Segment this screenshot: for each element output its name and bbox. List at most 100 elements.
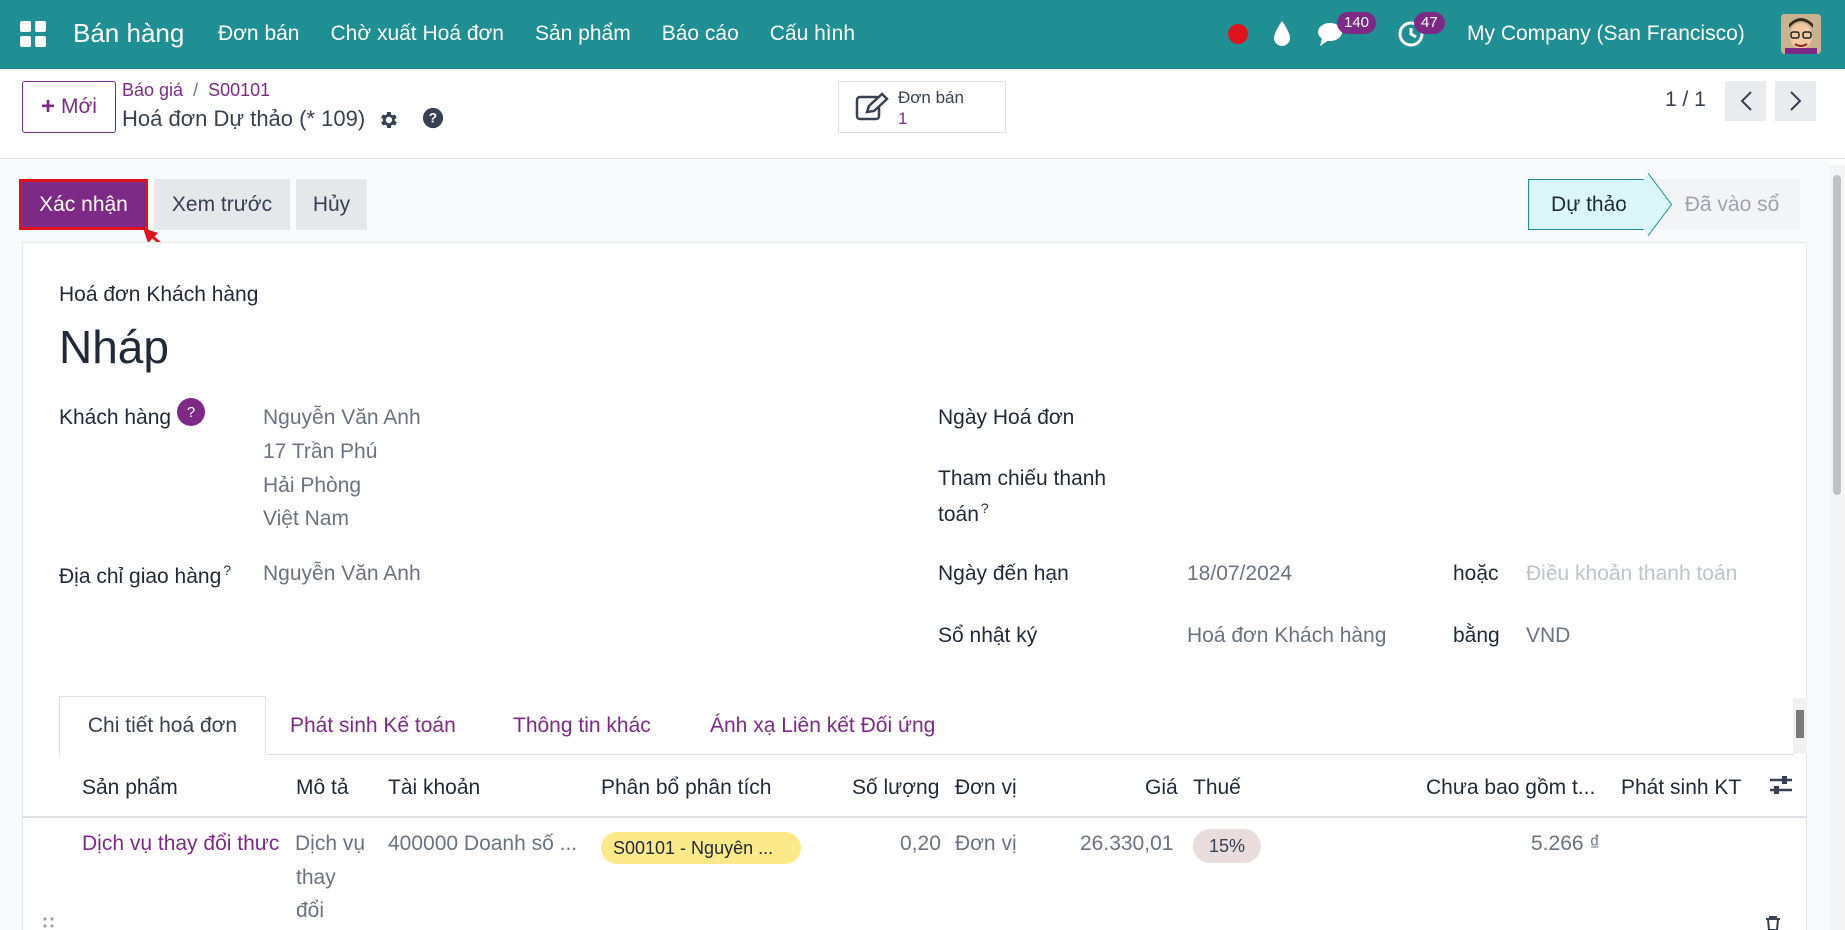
pager-next-button[interactable] <box>1775 81 1816 121</box>
payment-terms-field[interactable]: Điều khoản thanh toán <box>1526 562 1737 586</box>
tab-journal-items[interactable]: Phát sinh Kế toán <box>290 696 456 755</box>
tab-edi-mapping[interactable]: Ánh xạ Liên kết Đối ứng <box>710 696 935 755</box>
document-type: Hoá đơn Khách hàng <box>59 283 259 306</box>
payment-reference-label-1: Tham chiếu thanh <box>938 467 1107 490</box>
journal-label: Sổ nhật ký <box>938 624 1038 647</box>
smart-button-label: Đơn bán <box>898 88 964 107</box>
status-posted-label: Đã vào sổ <box>1684 192 1780 216</box>
menu-item-to-invoice[interactable]: Chờ xuất Hoá đơn <box>331 22 504 46</box>
recording-dot-icon[interactable] <box>1228 24 1248 44</box>
tabs-scrollbar[interactable] <box>1793 698 1807 753</box>
customer-help-icon[interactable]: ? <box>177 398 205 426</box>
col-tax[interactable]: Thuế <box>1193 776 1241 800</box>
row-description-line-1[interactable]: Dịch vụ <box>295 832 365 856</box>
pager-previous-button[interactable] <box>1725 81 1766 121</box>
col-description[interactable]: Mô tả <box>296 776 349 800</box>
customer-label: Khách hàng <box>59 406 172 429</box>
drop-icon[interactable] <box>1272 19 1292 47</box>
row-product[interactable]: Dịch vụ thay đổi thưc <box>82 832 279 856</box>
preview-button[interactable]: Xem trước <box>154 179 290 230</box>
chevron-left-icon <box>1740 91 1752 111</box>
smart-button-count: 1 <box>898 109 908 128</box>
due-date-label: Ngày đến hạn <box>938 562 1069 585</box>
avatar-face-icon <box>1781 14 1821 54</box>
customer-line-1[interactable]: Nguyễn Văn Anh <box>263 406 421 430</box>
breadcrumb: Báo giá / S00101 <box>122 80 271 100</box>
delivery-address-label: Địa chỉ giao hàng? <box>59 562 231 589</box>
col-journal-entry[interactable]: Phát sinh KT <box>1621 776 1741 800</box>
customer-line-2: 17 Trần Phú <box>263 440 378 463</box>
col-product[interactable]: Sản phẩm <box>82 776 178 800</box>
page-scrollbar[interactable] <box>1829 165 1845 930</box>
col-uom[interactable]: Đơn vị <box>955 776 1017 800</box>
trash-icon[interactable] <box>1764 916 1782 930</box>
menu-item-orders[interactable]: Đơn bán <box>218 22 300 46</box>
delivery-address-label-text: Địa chỉ giao hàng <box>59 565 222 588</box>
cancel-button[interactable]: Hủy <box>296 179 367 230</box>
help-icon[interactable]: ? <box>422 107 444 129</box>
page-scrollbar-thumb[interactable] <box>1833 175 1841 495</box>
document-name: Nháp <box>59 321 169 373</box>
row-description-line-3[interactable]: đổi <box>296 899 324 923</box>
menu-item-reports[interactable]: Báo cáo <box>662 22 739 46</box>
row-quantity[interactable]: 0,20 <box>900 832 941 856</box>
svg-text:?: ? <box>429 111 437 126</box>
col-quantity[interactable]: Số lượng <box>852 776 939 800</box>
row-price[interactable]: 26.330,01 <box>1080 832 1173 856</box>
new-button[interactable]: + Mới <box>22 81 116 133</box>
tabs-scrollbar-thumb[interactable] <box>1796 710 1804 738</box>
currency-field[interactable]: VND <box>1526 624 1570 648</box>
row-tax-tag[interactable]: 15% <box>1193 829 1261 863</box>
confirm-button[interactable]: Xác nhận <box>19 179 148 230</box>
control-panel: + Mới Báo giá / S00101 Hoá đơn Dự thảo (* 1… <box>0 69 1845 159</box>
status-bar: Dự thảo Đã vào sổ <box>1528 179 1800 230</box>
gear-icon[interactable] <box>377 109 399 131</box>
plus-icon: + <box>41 93 56 120</box>
app-brand[interactable]: Bán hàng <box>73 18 184 49</box>
delivery-address-field[interactable]: Nguyễn Văn Anh <box>263 562 421 586</box>
customer-line-3: Hải Phòng <box>263 474 362 497</box>
payment-reference-label-2: toán? <box>938 500 989 527</box>
breadcrumb-quotations[interactable]: Báo giá <box>122 80 183 100</box>
payment-reference-help-icon[interactable]: ? <box>981 500 989 516</box>
activities-badge: 47 <box>1414 12 1445 34</box>
notebook-tabs: Chi tiết hoá đơn Phát sinh Kế toán Thông… <box>59 696 1794 755</box>
chevron-right-icon <box>1789 91 1801 111</box>
edit-document-icon <box>855 92 889 121</box>
drag-handle-icon[interactable] <box>42 916 56 930</box>
tab-other-info[interactable]: Thông tin khác <box>513 696 651 755</box>
due-date-field[interactable]: 18/07/2024 <box>1187 562 1292 586</box>
status-draft[interactable]: Dự thảo <box>1528 179 1650 230</box>
row-subtotal: 5.266 ₫ <box>1531 832 1601 855</box>
row-uom[interactable]: Đơn vị <box>955 832 1017 856</box>
delivery-help-icon[interactable]: ? <box>223 562 231 578</box>
journal-field[interactable]: Hoá đơn Khách hàng <box>1187 624 1386 648</box>
user-avatar[interactable] <box>1781 14 1821 54</box>
apps-menu-icon[interactable] <box>20 21 46 47</box>
column-settings-icon[interactable] <box>1768 774 1794 796</box>
record-title: Hoá đơn Dự thảo (* 109) <box>122 106 366 131</box>
customer-line-4: Việt Nam <box>263 507 349 530</box>
payment-reference-label-text: toán <box>938 503 979 526</box>
row-analytic-tag[interactable]: S00101 - Nguyên ... <box>601 832 801 864</box>
col-price[interactable]: Giá <box>1145 776 1178 800</box>
new-button-label: Mới <box>61 95 97 118</box>
pager-value[interactable]: 1 / 1 <box>1665 88 1706 112</box>
company-switcher[interactable]: My Company (San Francisco) <box>1467 22 1745 46</box>
col-analytic[interactable]: Phân bổ phân tích <box>601 776 771 800</box>
row-description-line-2[interactable]: thay <box>296 866 336 890</box>
col-subtotal[interactable]: Chưa bao gồm t... <box>1426 776 1595 800</box>
menu-item-products[interactable]: Sản phẩm <box>535 22 631 46</box>
menu-item-config[interactable]: Cấu hình <box>770 22 855 46</box>
col-account[interactable]: Tài khoản <box>388 776 480 800</box>
tab-invoice-lines[interactable]: Chi tiết hoá đơn <box>59 696 266 755</box>
status-posted[interactable]: Đã vào sổ <box>1650 179 1800 230</box>
breadcrumb-order[interactable]: S00101 <box>208 80 270 100</box>
row-account[interactable]: 400000 Doanh số ... <box>388 832 577 856</box>
invoice-date-label: Ngày Hoá đơn <box>938 406 1075 429</box>
messages-badge: 140 <box>1337 12 1377 34</box>
sale-orders-smart-button[interactable]: Đơn bán 1 <box>838 81 1006 133</box>
top-navbar: Bán hàng Đơn bán Chờ xuất Hoá đơn Sản ph… <box>0 0 1845 69</box>
or-label: hoặc <box>1453 562 1499 585</box>
invoice-lines-header: Sản phẩm Mô tả Tài khoản Phân bổ phân tí… <box>22 760 1807 818</box>
